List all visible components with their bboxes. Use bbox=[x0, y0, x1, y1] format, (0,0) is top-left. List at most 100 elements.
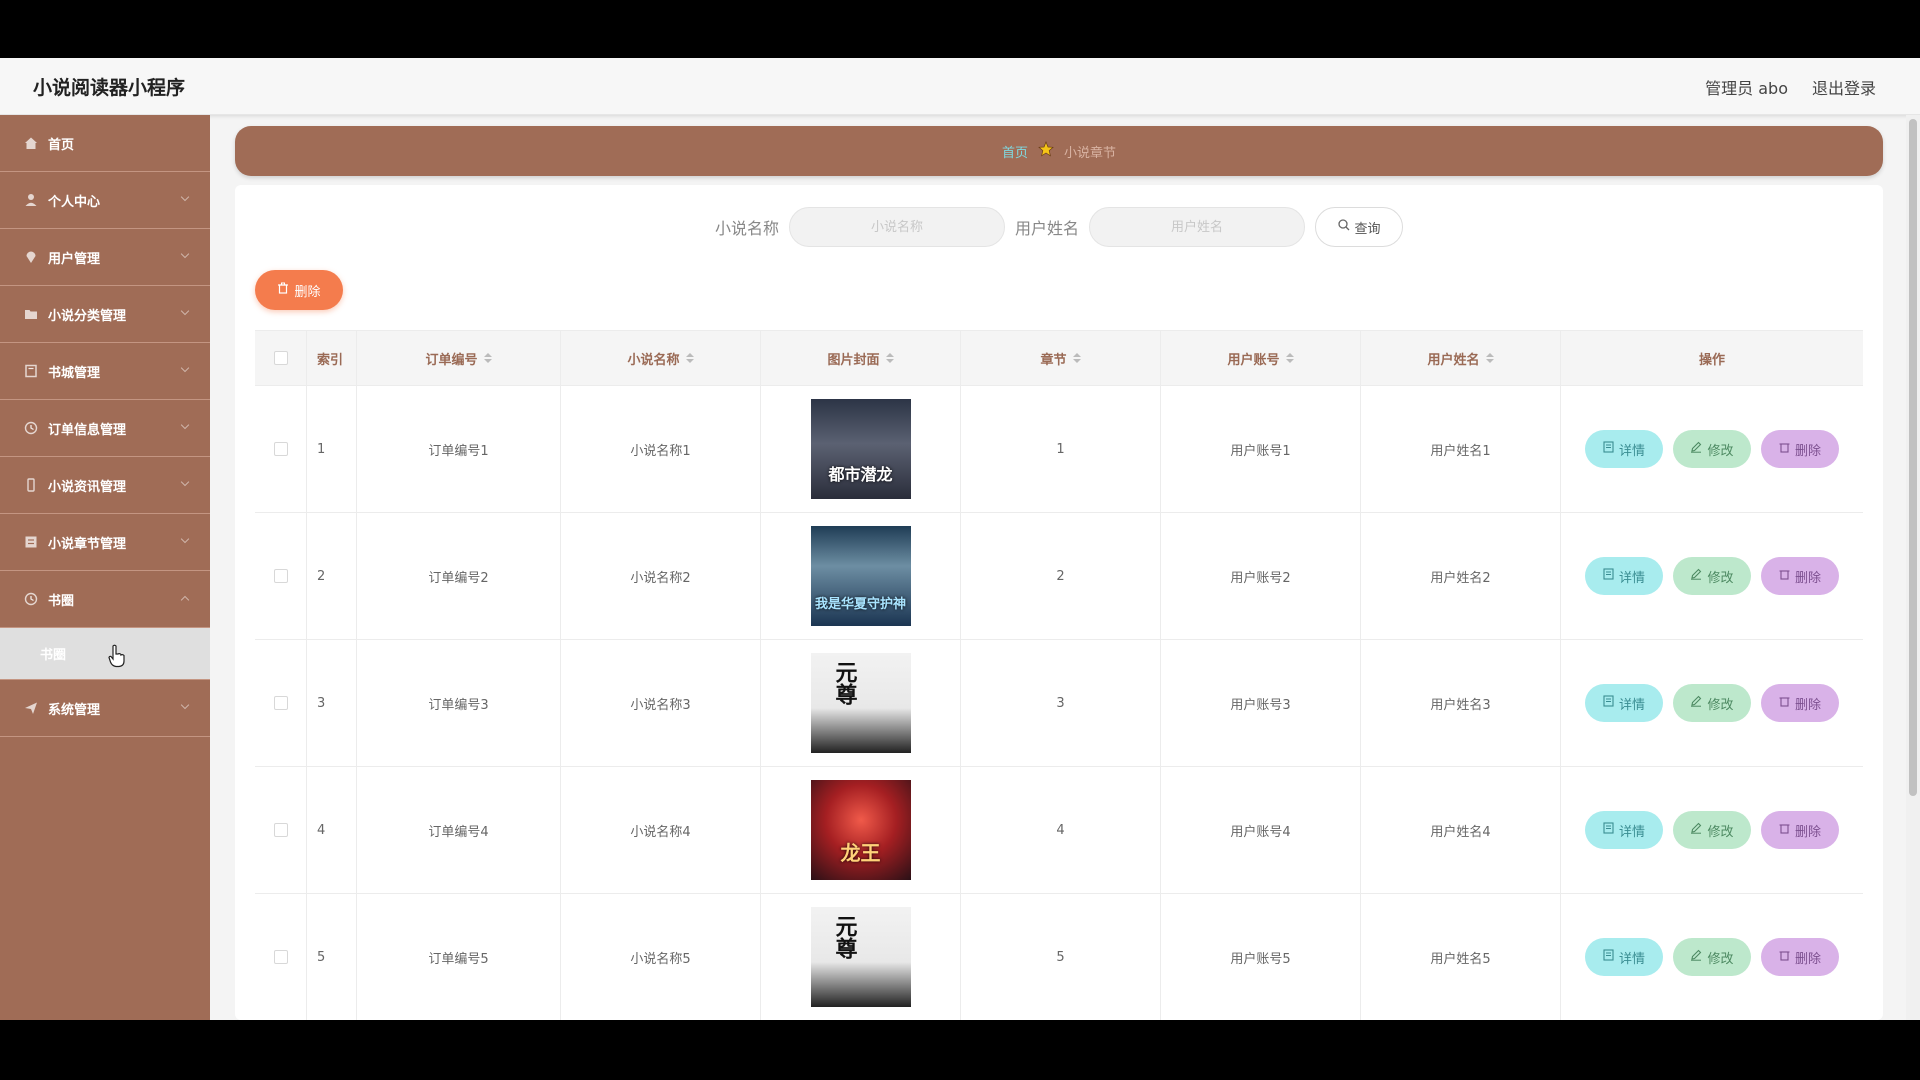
sidebar-item-book-circle[interactable]: 书圈 bbox=[0, 571, 210, 628]
document-icon bbox=[1603, 568, 1614, 584]
user-name-input[interactable] bbox=[1089, 207, 1306, 247]
user-name-label: 用户姓名 bbox=[1015, 219, 1080, 238]
sidebar-item-categories[interactable]: 小说分类管理 bbox=[0, 286, 210, 343]
detail-button-label: 详情 bbox=[1618, 570, 1645, 586]
novel-name-label: 小说名称 bbox=[714, 219, 779, 238]
chevron-down-icon bbox=[180, 363, 190, 373]
phone-icon bbox=[24, 478, 38, 492]
row-actions: 详情 修改 删除 bbox=[1561, 894, 1863, 1020]
edit-button-label: 修改 bbox=[1707, 443, 1734, 459]
row-select-cell bbox=[255, 513, 307, 639]
sidebar-item-news[interactable]: 小说资讯管理 bbox=[0, 457, 210, 514]
row-checkbox[interactable] bbox=[273, 569, 288, 583]
sidebar-item-label: 首页 bbox=[48, 137, 75, 153]
detail-button[interactable]: 详情 bbox=[1585, 430, 1663, 468]
row-novel-name: 小说名称2 bbox=[561, 513, 761, 639]
sidebar-item-home[interactable]: 首页 bbox=[0, 115, 210, 172]
row-chapter: 2 bbox=[961, 513, 1161, 639]
cover-image[interactable]: 我是华夏守护神 bbox=[810, 526, 911, 626]
delete-button[interactable]: 删除 bbox=[1761, 430, 1839, 468]
breadcrumb-home-link[interactable]: 首页 bbox=[1002, 142, 1028, 161]
row-checkbox[interactable] bbox=[273, 696, 288, 710]
row-select-cell bbox=[255, 640, 307, 766]
col-header-user-name[interactable]: 用户姓名 bbox=[1361, 331, 1561, 385]
clock-icon bbox=[24, 421, 38, 435]
edit-button-label: 修改 bbox=[1707, 824, 1734, 840]
detail-button[interactable]: 详情 bbox=[1585, 938, 1663, 976]
detail-button-label: 详情 bbox=[1618, 951, 1645, 967]
sidebar-item-label: 书圈 bbox=[48, 593, 75, 609]
col-header-cover[interactable]: 图片封面 bbox=[761, 331, 961, 385]
edit-button[interactable]: 修改 bbox=[1673, 430, 1751, 468]
sidebar-item-bookstore[interactable]: 书城管理 bbox=[0, 343, 210, 400]
trash-icon bbox=[1779, 441, 1790, 457]
row-order-number: 订单编号4 bbox=[357, 767, 561, 893]
sidebar-item-label: 订单信息管理 bbox=[48, 422, 127, 438]
cover-image[interactable]: 都市潜龙 bbox=[810, 399, 911, 499]
row-index: 5 bbox=[307, 894, 357, 1020]
logout-button[interactable]: 退出登录 bbox=[1812, 75, 1876, 99]
batch-delete-label: 删除 bbox=[294, 284, 321, 300]
delete-button[interactable]: 删除 bbox=[1761, 557, 1839, 595]
sort-icon[interactable] bbox=[885, 353, 894, 363]
sort-icon[interactable] bbox=[1285, 353, 1294, 363]
cover-image[interactable]: 元尊 bbox=[810, 653, 911, 753]
sort-icon[interactable] bbox=[483, 353, 492, 363]
detail-button[interactable]: 详情 bbox=[1585, 557, 1663, 595]
edit-button[interactable]: 修改 bbox=[1673, 557, 1751, 595]
col-header-chapter[interactable]: 章节 bbox=[961, 331, 1161, 385]
edit-button[interactable]: 修改 bbox=[1673, 684, 1751, 722]
row-checkbox[interactable] bbox=[273, 823, 288, 837]
chevron-up-icon bbox=[180, 595, 190, 605]
sidebar-item-users[interactable]: 用户管理 bbox=[0, 229, 210, 286]
row-checkbox[interactable] bbox=[273, 442, 288, 456]
batch-delete-button[interactable]: 删除 bbox=[255, 270, 343, 310]
cover-title: 龙王 bbox=[840, 841, 881, 865]
delete-button-label: 删除 bbox=[1794, 697, 1821, 713]
delete-button-label: 删除 bbox=[1794, 951, 1821, 967]
delete-button[interactable]: 删除 bbox=[1761, 938, 1839, 976]
row-chapter: 5 bbox=[961, 894, 1161, 1020]
edit-button[interactable]: 修改 bbox=[1673, 938, 1751, 976]
sidebar-item-label: 小说章节管理 bbox=[48, 536, 127, 552]
col-header-label: 用户姓名 bbox=[1427, 352, 1480, 368]
trash-icon bbox=[1779, 822, 1790, 838]
row-user-name: 用户姓名3 bbox=[1361, 640, 1561, 766]
sidebar-item-profile[interactable]: 个人中心 bbox=[0, 172, 210, 229]
sidebar-item-chapters[interactable]: 小说章节管理 bbox=[0, 514, 210, 571]
edit-button[interactable]: 修改 bbox=[1673, 811, 1751, 849]
delete-button[interactable]: 删除 bbox=[1761, 811, 1839, 849]
row-actions: 详情 修改 删除 bbox=[1561, 767, 1863, 893]
sort-icon[interactable] bbox=[685, 353, 694, 363]
star-icon bbox=[1038, 141, 1054, 161]
sidebar-item-system[interactable]: 系统管理 bbox=[0, 680, 210, 737]
breadcrumb-current: 小说章节 bbox=[1064, 145, 1117, 161]
select-all-checkbox[interactable] bbox=[273, 351, 288, 365]
sort-icon[interactable] bbox=[1072, 353, 1081, 363]
row-account: 用户账号4 bbox=[1161, 767, 1361, 893]
col-header-novel-name[interactable]: 小说名称 bbox=[561, 331, 761, 385]
row-novel-name: 小说名称1 bbox=[561, 386, 761, 512]
scrollbar-thumb[interactable] bbox=[1909, 119, 1917, 796]
detail-button[interactable]: 详情 bbox=[1585, 684, 1663, 722]
row-checkbox[interactable] bbox=[273, 950, 288, 964]
col-header-label: 章节 bbox=[1040, 352, 1067, 368]
app-title: 小说阅读器小程序 bbox=[33, 77, 186, 99]
sidebar-item-orders[interactable]: 订单信息管理 bbox=[0, 400, 210, 457]
query-button[interactable]: 查询 bbox=[1315, 207, 1404, 247]
sort-icon[interactable] bbox=[1485, 353, 1494, 363]
cover-image[interactable]: 元尊 bbox=[810, 907, 911, 1007]
sidebar-subitem-book-circle[interactable]: 书圈 bbox=[0, 628, 210, 680]
delete-button[interactable]: 删除 bbox=[1761, 684, 1839, 722]
document-icon bbox=[1603, 949, 1614, 965]
novel-name-input[interactable] bbox=[789, 207, 1005, 247]
detail-button[interactable]: 详情 bbox=[1585, 811, 1663, 849]
col-header-account[interactable]: 用户账号 bbox=[1161, 331, 1361, 385]
sidebar: 首页 个人中心 用户管理 小说分类管理 书城管理 订单信息管理 小说资讯管理 小… bbox=[0, 115, 210, 1020]
page-scrollbar[interactable] bbox=[1906, 115, 1920, 1020]
chapter-table: 索引 订单编号 小说名称 图片封面 章节 用户账号 用户姓名 操作 1 订单编号… bbox=[255, 330, 1863, 1020]
col-header-order[interactable]: 订单编号 bbox=[357, 331, 561, 385]
breadcrumb: 首页 小说章节 bbox=[235, 126, 1883, 176]
cover-image[interactable]: 龙王 bbox=[810, 780, 911, 880]
row-select-cell bbox=[255, 386, 307, 512]
